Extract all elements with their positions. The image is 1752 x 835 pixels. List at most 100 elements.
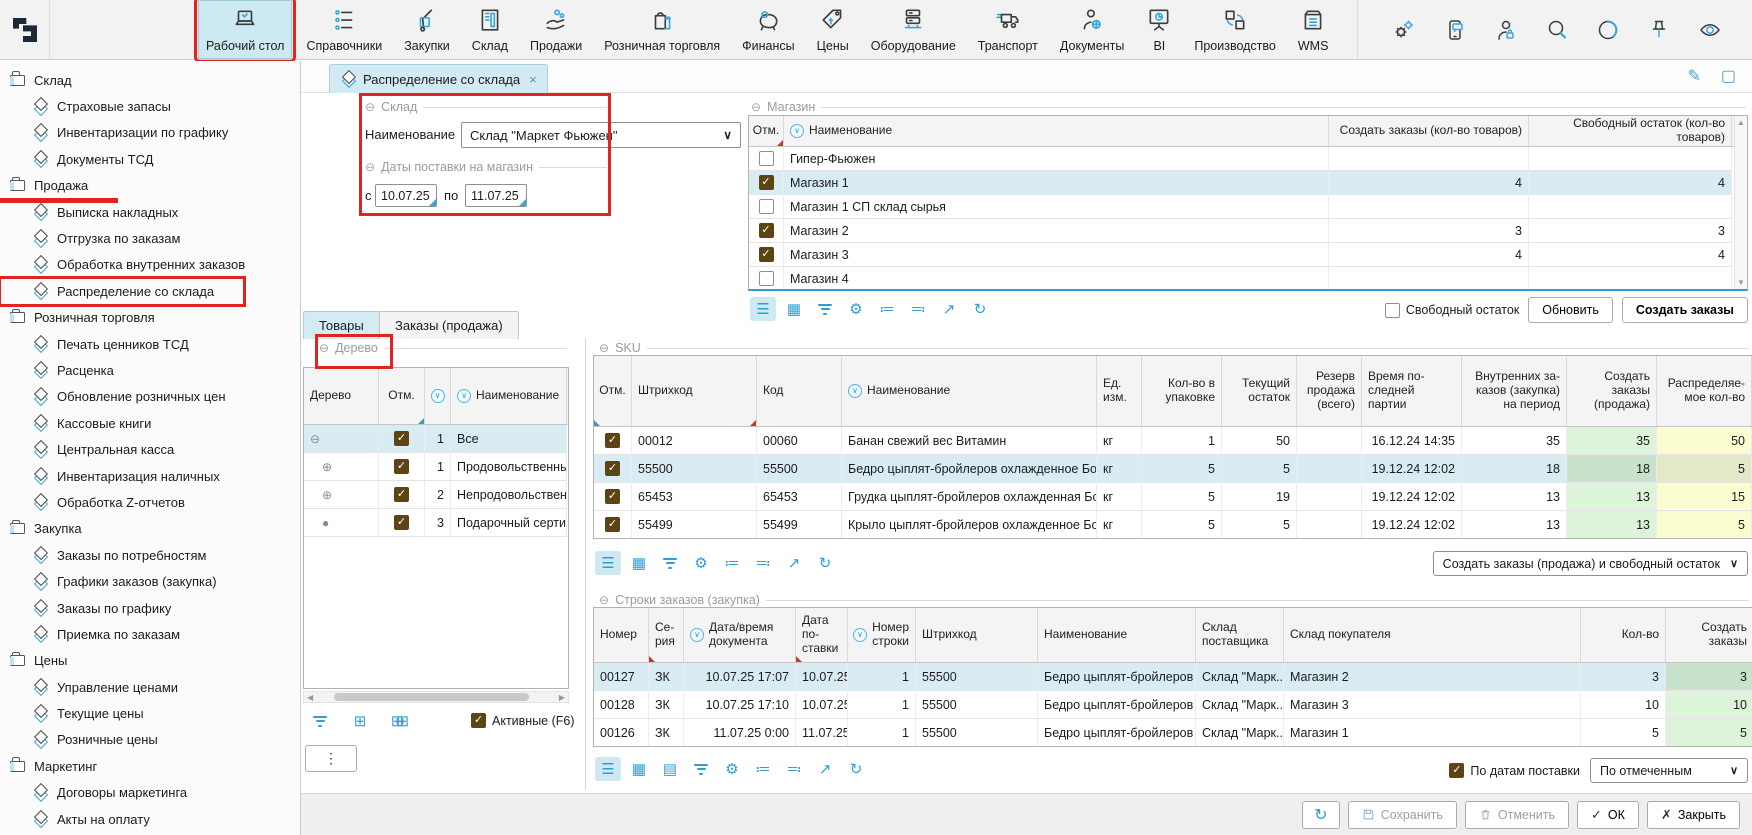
- sidebar-item-16[interactable]: Инвентаризация наличных: [0, 463, 300, 489]
- column-header[interactable]: ∨Наименование: [451, 368, 567, 424]
- eye-icon[interactable]: [1698, 18, 1722, 42]
- checkbox[interactable]: ✓: [394, 459, 409, 474]
- sidebar-item-28[interactable]: Договоры маркетинга: [0, 780, 300, 806]
- column-header[interactable]: Штрихкод: [632, 356, 757, 426]
- calendar-icon[interactable]: ▤: [657, 757, 683, 781]
- sidebar-item-12[interactable]: Расценка: [0, 357, 300, 383]
- tab-goods[interactable]: Товары: [303, 311, 380, 339]
- scroll-left-icon[interactable]: ◀: [307, 693, 313, 702]
- search-icon[interactable]: [1545, 18, 1569, 42]
- sidebar-item-9[interactable]: Распределение со склада: [0, 278, 244, 304]
- sidebar-item-24[interactable]: Управление ценами: [0, 674, 300, 700]
- checkbox[interactable]: ✓: [605, 489, 620, 504]
- sidebar-item-17[interactable]: Обработка Z-отчетов: [0, 489, 300, 515]
- sidebar-item-20[interactable]: Графики заказов (закупка): [0, 568, 300, 594]
- open-external-icon[interactable]: ↗: [781, 551, 807, 575]
- warehouse-select[interactable]: Склад "Маркет Фьюжен"∨: [461, 122, 741, 148]
- sidebar-item-18[interactable]: Закупка: [0, 516, 300, 542]
- checkbox[interactable]: [759, 151, 774, 166]
- filter-icon[interactable]: [657, 551, 683, 575]
- column-header[interactable]: Отм.: [749, 116, 784, 146]
- tree-expander-icon[interactable]: ⊕: [310, 488, 332, 502]
- active-f6-checkbox[interactable]: ✓Активные (F6): [471, 713, 575, 728]
- column-header[interactable]: Свободный остаток (кол-во товаров): [1529, 116, 1732, 146]
- settings-icon[interactable]: [1392, 18, 1416, 42]
- sidebar-item-2[interactable]: Страховые запасы: [0, 93, 300, 119]
- column-header[interactable]: Ед. изм.: [1097, 356, 1142, 426]
- sidebar-item-21[interactable]: Заказы по графику: [0, 595, 300, 621]
- settings-icon[interactable]: ⚙: [843, 297, 869, 321]
- filter-icon[interactable]: [812, 297, 838, 321]
- collapse-icon[interactable]: ⊖: [751, 100, 761, 114]
- toolbar-wms[interactable]: WMS: [1290, 0, 1337, 59]
- numbered-list-icon[interactable]: ≔: [874, 297, 900, 321]
- column-header[interactable]: Время по-следней партии: [1362, 356, 1462, 426]
- pin-icon[interactable]: [1647, 18, 1671, 42]
- tree-expander-icon[interactable]: ⊖: [310, 432, 320, 446]
- column-header[interactable]: Текущий остаток: [1222, 356, 1297, 426]
- toolbar-sales[interactable]: Продажи: [522, 0, 590, 59]
- checkbox[interactable]: ✓: [471, 713, 486, 728]
- sidebar-item-19[interactable]: Заказы по потребностям: [0, 542, 300, 568]
- numbered-list-icon[interactable]: ≔: [719, 551, 745, 575]
- create-orders-button[interactable]: Создать заказы: [1622, 297, 1748, 323]
- toolbar-bi[interactable]: BI: [1138, 0, 1180, 59]
- checkbox[interactable]: ✓: [759, 175, 774, 190]
- column-header[interactable]: Склад покупателя: [1284, 608, 1581, 662]
- user-lock-icon[interactable]: [1494, 18, 1518, 42]
- checkbox[interactable]: [759, 271, 774, 286]
- open-external-icon[interactable]: ↗: [812, 757, 838, 781]
- column-header[interactable]: Резерв продажа (всего): [1297, 356, 1362, 426]
- toolbar-finance[interactable]: Финансы: [734, 0, 802, 59]
- collapse-icon[interactable]: ⊖: [365, 100, 375, 114]
- sidebar-item-8[interactable]: Обработка внутренних заказов: [0, 252, 300, 278]
- sidebar-item-29[interactable]: Акты на оплату: [0, 806, 300, 832]
- grid-icon[interactable]: ▦: [626, 551, 652, 575]
- add-row-icon[interactable]: ≕: [750, 551, 776, 575]
- column-header[interactable]: Наименование: [1038, 608, 1196, 662]
- settings-icon[interactable]: ⚙: [688, 551, 714, 575]
- toolbar-documents[interactable]: Документы: [1052, 0, 1132, 59]
- tree-expander-icon[interactable]: ⊕: [310, 460, 332, 474]
- free-stock-checkbox[interactable]: Свободный остаток: [1385, 303, 1519, 318]
- checkbox[interactable]: ✓: [394, 515, 409, 530]
- column-header[interactable]: Кол-во: [1581, 608, 1666, 662]
- refresh-icon[interactable]: ↻: [843, 757, 869, 781]
- sidebar-item-22[interactable]: Приемка по заказам: [0, 621, 300, 647]
- toolbar-production[interactable]: Производство: [1186, 0, 1284, 59]
- grid-icon[interactable]: ▦: [626, 757, 652, 781]
- checkbox[interactable]: ✓: [1449, 763, 1464, 778]
- refresh-button[interactable]: ↻: [1302, 801, 1340, 829]
- toolbar-desktop[interactable]: Рабочий стол: [198, 0, 292, 59]
- add-row-icon[interactable]: ≕: [905, 297, 931, 321]
- tab-sales-orders[interactable]: Заказы (продажа): [379, 311, 519, 339]
- toolbar-retail[interactable]: Розничная торговля: [596, 0, 728, 59]
- checkbox[interactable]: ✓: [605, 433, 620, 448]
- ok-button[interactable]: ✓ОК: [1577, 801, 1639, 829]
- column-header[interactable]: Дерево: [304, 368, 379, 424]
- add-box-icon[interactable]: ⊞: [347, 709, 373, 733]
- toolbar-directories[interactable]: Справочники: [298, 0, 390, 59]
- add-box-multi-icon[interactable]: ⊞⊞: [387, 709, 413, 733]
- open-external-icon[interactable]: ↗: [936, 297, 962, 321]
- mobile-chat-icon[interactable]: [1443, 18, 1467, 42]
- sidebar-item-27[interactable]: Маркетинг: [0, 753, 300, 779]
- scroll-up-icon[interactable]: ▲: [1735, 118, 1747, 127]
- column-header[interactable]: Се-рия: [649, 608, 684, 662]
- clock-icon[interactable]: [1596, 18, 1620, 42]
- list-view-icon[interactable]: ☰: [595, 551, 621, 575]
- column-header[interactable]: ∨Номер строки: [848, 608, 916, 662]
- more-actions-button[interactable]: ⋮: [305, 745, 357, 772]
- date-to-input[interactable]: 11.07.25: [465, 184, 527, 207]
- checkbox[interactable]: ✓: [605, 517, 620, 532]
- scroll-right-icon[interactable]: ▶: [559, 693, 565, 702]
- checkbox[interactable]: ✓: [759, 247, 774, 262]
- column-header[interactable]: ∨: [425, 368, 451, 424]
- sidebar-item-13[interactable]: Обновление розничных цен: [0, 384, 300, 410]
- filter-icon[interactable]: ∨: [853, 628, 867, 642]
- by-marked-select[interactable]: По отмеченным∨: [1590, 758, 1748, 783]
- numbered-list-icon[interactable]: ≔: [750, 757, 776, 781]
- sidebar-item-1[interactable]: Склад: [0, 67, 300, 93]
- sidebar-item-26[interactable]: Розничные цены: [0, 727, 300, 753]
- column-header[interactable]: Создать заказы (продажа): [1567, 356, 1657, 426]
